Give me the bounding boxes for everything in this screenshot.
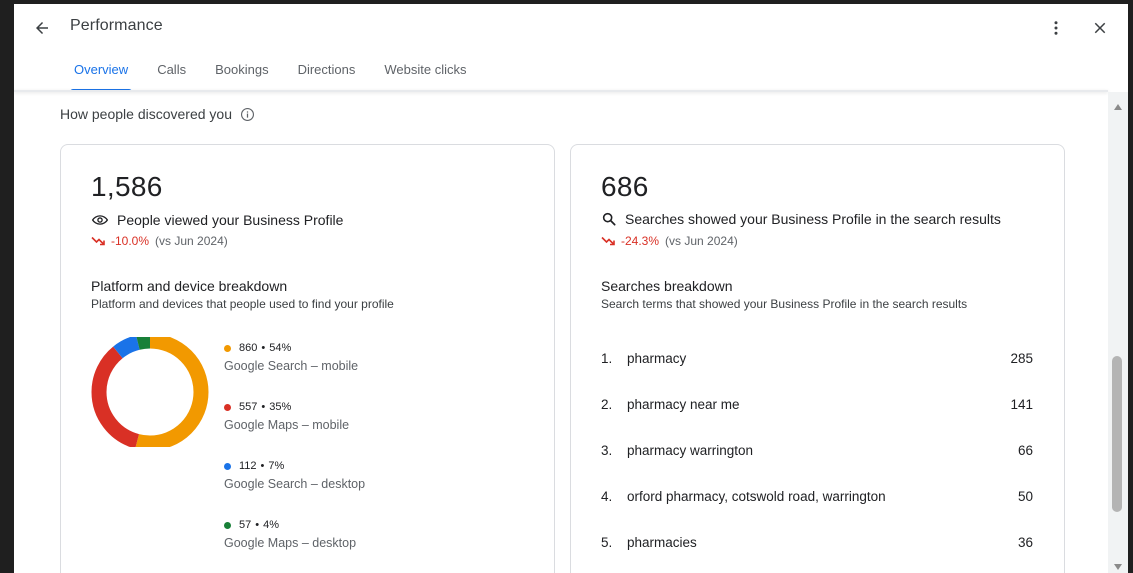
info-icon[interactable] [240,107,255,122]
term-text: pharmacy [627,351,687,366]
legend-item: 860 • 54% Google Search – mobile [224,340,365,399]
legend-label: Google Search – desktop [224,477,366,491]
views-trend-percent: -10.0% [111,234,150,248]
views-count: 1,586 [91,171,163,202]
views-label: People viewed your Business Profile [117,212,344,228]
back-button[interactable] [30,16,54,40]
searches-breakdown-desc: Search terms that showed your Business P… [601,297,968,311]
tab-bar: Overview Calls Bookings Directions Websi… [70,60,492,92]
tab-overview[interactable]: Overview [70,60,133,92]
platform-breakdown-desc: Platform and devices that people used to… [91,297,394,311]
legend-item: 57 • 4% Google Maps – desktop [224,517,365,573]
list-item: 5. pharmacies 36 [601,535,1033,573]
term-count: 285 [1010,351,1033,366]
searches-breakdown-title: Searches breakdown [601,278,733,294]
scroll-up-arrow-icon[interactable] [1113,98,1123,116]
legend-dot [224,403,231,411]
searches-trend: -24.3% (vs Jun 2024) [601,234,738,248]
search-icon [601,211,617,227]
legend-percent: 35% [269,401,292,413]
legend-value: 860 [239,342,258,354]
search-terms-list: 1. pharmacy 285 2. pharmacy near me 141 … [601,351,1033,573]
legend-dot [224,344,231,352]
term-count: 36 [1017,535,1033,550]
term-index: 4. [601,489,613,504]
tab-calls[interactable]: Calls [153,60,190,92]
performance-window: Performance Overview Calls Bookings Dire… [14,4,1128,573]
term-index: 1. [601,351,613,366]
more-vert-icon [1054,21,1058,35]
term-index: 3. [601,443,613,458]
legend-item: 557 • 35% Google Maps – mobile [224,399,365,458]
close-button[interactable] [1088,16,1112,40]
searches-label-row: Searches showed your Business Profile in… [601,211,1001,227]
page-title: Performance [70,17,163,34]
term-text: orford pharmacy, cotswold road, warringt… [627,489,886,504]
legend-label: Google Maps – mobile [224,418,350,432]
eye-icon [91,211,109,229]
tab-directions[interactable]: Directions [294,60,360,92]
platform-donut-chart [91,337,209,447]
legend-value: 57 [239,519,252,531]
list-item: 2. pharmacy near me 141 [601,397,1033,443]
list-item: 3. pharmacy warrington 66 [601,443,1033,489]
term-text: pharmacy warrington [627,443,754,458]
scrollbar-thumb[interactable] [1112,356,1122,512]
views-card: 1,586 People viewed your Business Profil… [60,144,555,573]
legend-label: Google Search – mobile [224,359,359,373]
content-area: How people discovered you 1,586 People v… [14,92,1108,573]
searches-count: 686 [601,171,649,202]
term-count: 141 [1010,397,1033,412]
searches-label: Searches showed your Business Profile in… [625,211,1001,227]
searches-card: 686 Searches showed your Business Profil… [570,144,1065,573]
legend-separator: • [255,519,260,531]
legend-label: Google Maps – desktop [224,536,357,550]
arrow-back-icon [36,22,48,34]
tab-bookings[interactable]: Bookings [211,60,272,92]
term-text: pharmacies [627,535,697,550]
legend-percent: 4% [263,519,280,531]
section-heading: How people discovered you [60,106,255,122]
list-item: 1. pharmacy 285 [601,351,1033,397]
vertical-scrollbar[interactable] [1108,92,1128,573]
views-trend: -10.0% (vs Jun 2024) [91,234,228,248]
legend-percent: 54% [269,342,292,354]
header: Performance Overview Calls Bookings Dire… [14,4,1128,92]
searches-trend-percent: -24.3% [621,234,660,248]
tab-website-clicks[interactable]: Website clicks [380,60,470,92]
searches-trend-compare: (vs Jun 2024) [665,234,738,248]
legend-value: 557 [239,401,258,413]
platform-breakdown-title: Platform and device breakdown [91,278,288,294]
legend-dot [224,521,231,529]
trending-down-icon [601,236,615,246]
legend-value: 112 [239,460,257,472]
term-text: pharmacy near me [627,397,740,412]
list-item: 4. orford pharmacy, cotswold road, warri… [601,489,1033,535]
trending-down-icon [91,236,105,246]
legend-percent: 7% [268,460,285,472]
term-index: 5. [601,535,613,550]
legend-dot [224,462,231,470]
more-options-button[interactable] [1044,16,1068,40]
platform-legend: 860 • 54% Google Search – mobile 557 • 3… [224,340,365,573]
term-count: 50 [1017,489,1033,504]
term-count: 66 [1017,443,1033,458]
legend-separator: • [260,460,265,472]
legend-separator: • [261,401,266,413]
legend-item: 112 • 7% Google Search – desktop [224,458,365,517]
legend-separator: • [261,342,266,354]
views-trend-compare: (vs Jun 2024) [155,234,228,248]
term-index: 2. [601,397,613,412]
scroll-down-arrow-icon[interactable] [1113,558,1123,573]
views-label-row: People viewed your Business Profile [91,211,343,229]
section-heading-text: How people discovered you [60,106,232,122]
close-icon [1094,22,1106,34]
